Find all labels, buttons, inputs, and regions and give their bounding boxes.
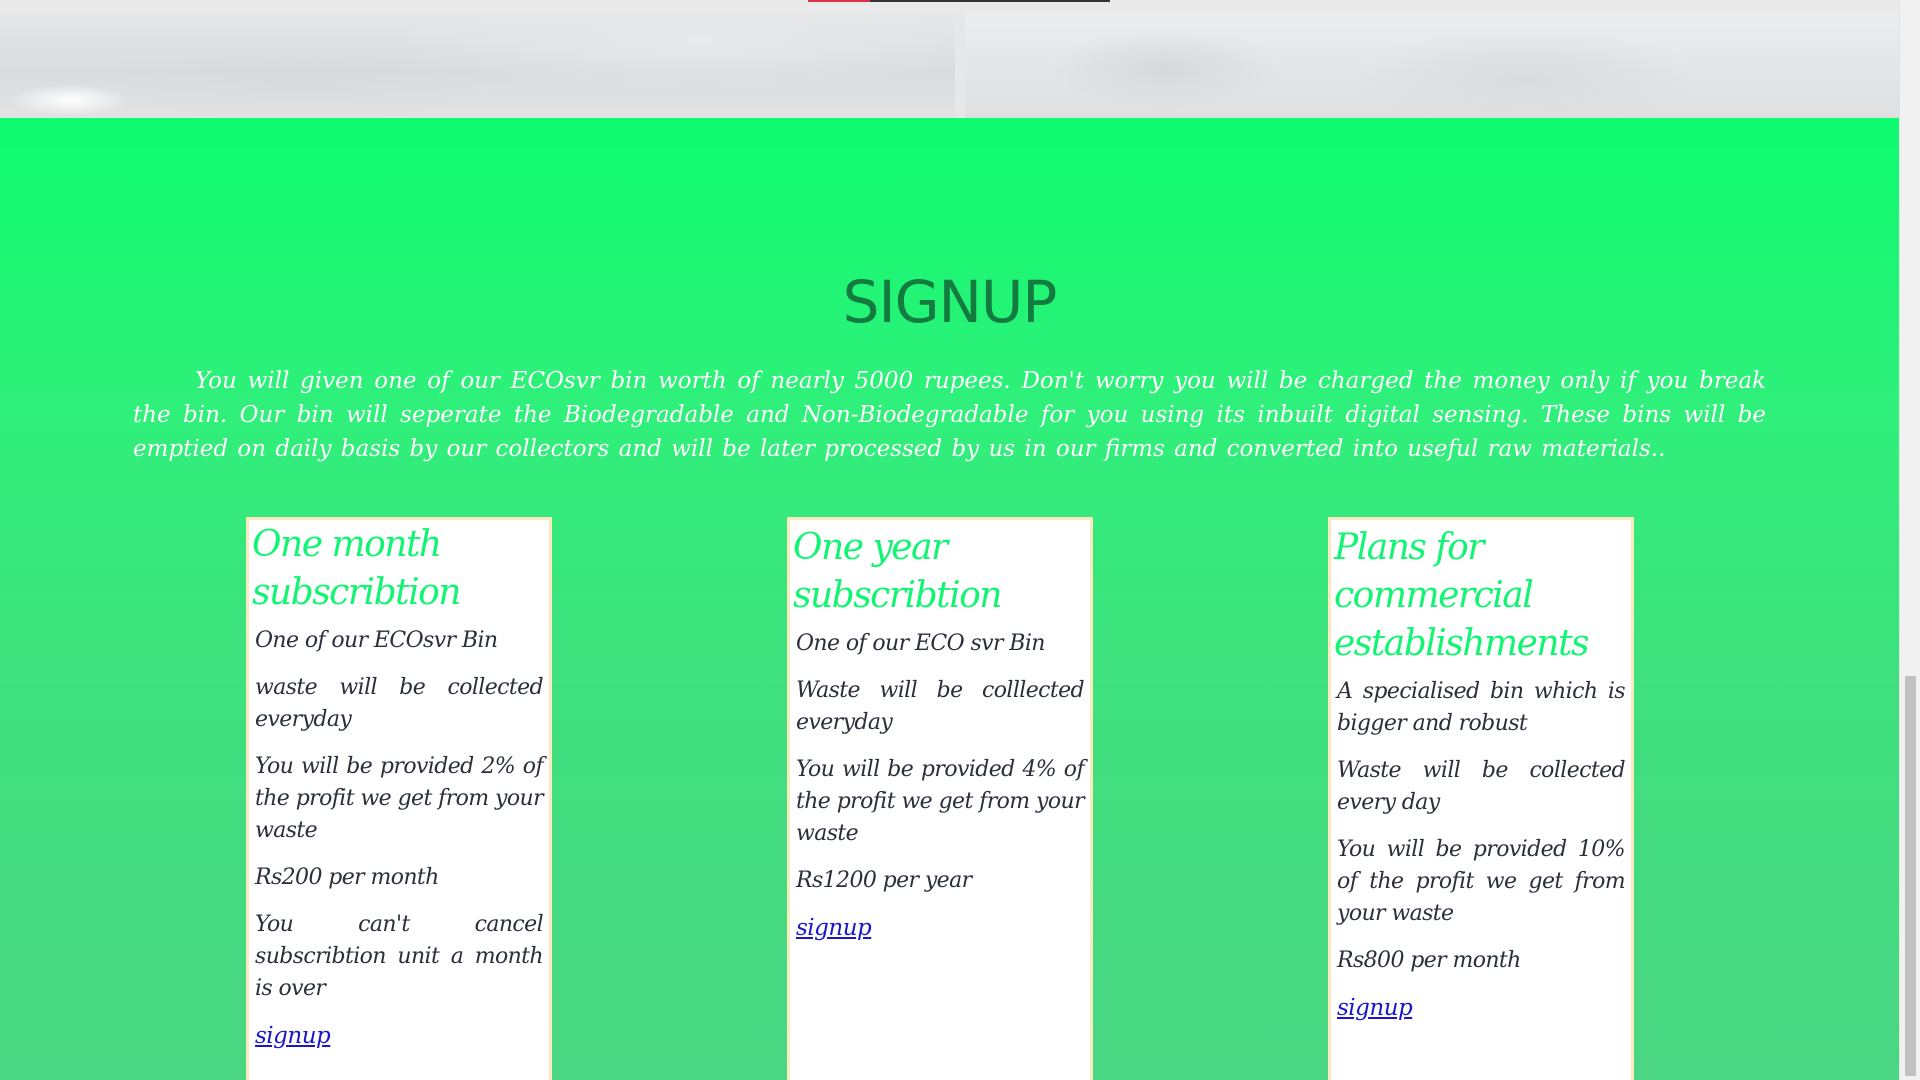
hero-image-strip (0, 0, 1899, 118)
plan-feature-list: A specialised bin which is bigger and ro… (1334, 676, 1628, 977)
signup-section: SIGNUP You will given one of our ECOsvr … (0, 118, 1899, 1080)
plan-feature: One of our ECO svr Bin (796, 631, 1045, 656)
plan-card-yearly: One year subscribtion One of our ECO svr… (787, 517, 1093, 1080)
plan-title: Plans for commercial establishments (1334, 527, 1590, 664)
signup-link-commercial[interactable]: signup (1337, 992, 1413, 1024)
scrollbar-thumb[interactable] (1905, 676, 1916, 1076)
plan-feature: You will be provided 2% of the profit we… (255, 754, 544, 843)
plan-feature: Waste will be colllected everyday (796, 678, 1085, 735)
plan-title: One month subscribtion (252, 524, 461, 613)
hero-image-left (0, 0, 955, 118)
plan-feature: You can't cancel subscribtion unit a mon… (255, 912, 544, 1001)
signup-link-yearly[interactable]: signup (796, 912, 872, 944)
plan-card-commercial: Plans for commercial establishments A sp… (1328, 517, 1634, 1080)
plan-feature: One of our ECOsvr Bin (255, 628, 498, 653)
vertical-scrollbar[interactable] (1899, 0, 1920, 1080)
plan-feature: Rs800 per month (1337, 948, 1521, 973)
plan-feature-list: One of our ECOsvr Bin waste will be coll… (252, 625, 546, 1005)
plan-feature: waste will be collected everyday (255, 675, 544, 732)
signup-link-monthly[interactable]: signup (255, 1020, 331, 1052)
plan-feature: Rs1200 per year (796, 868, 972, 893)
plan-feature: You will be provided 10% of the profit w… (1337, 837, 1626, 926)
plan-title: One year subscribtion (793, 527, 1002, 616)
hero-accent-highlight (808, 0, 870, 2)
plan-feature: Rs200 per month (255, 865, 439, 890)
section-title: SIGNUP (842, 268, 1058, 336)
signup-description: You will given one of our ECOsvr bin wor… (133, 368, 1766, 462)
plan-feature-list: One of our ECO svr Bin Waste will be col… (793, 628, 1087, 897)
hero-image-right (965, 10, 1899, 118)
plan-card-monthly: One month subscribtion One of our ECOsvr… (246, 517, 552, 1080)
plan-feature: Waste will be collected every day (1337, 758, 1626, 815)
plan-feature: You will be provided 4% of the profit we… (796, 757, 1085, 846)
plan-feature: A specialised bin which is bigger and ro… (1337, 679, 1626, 736)
